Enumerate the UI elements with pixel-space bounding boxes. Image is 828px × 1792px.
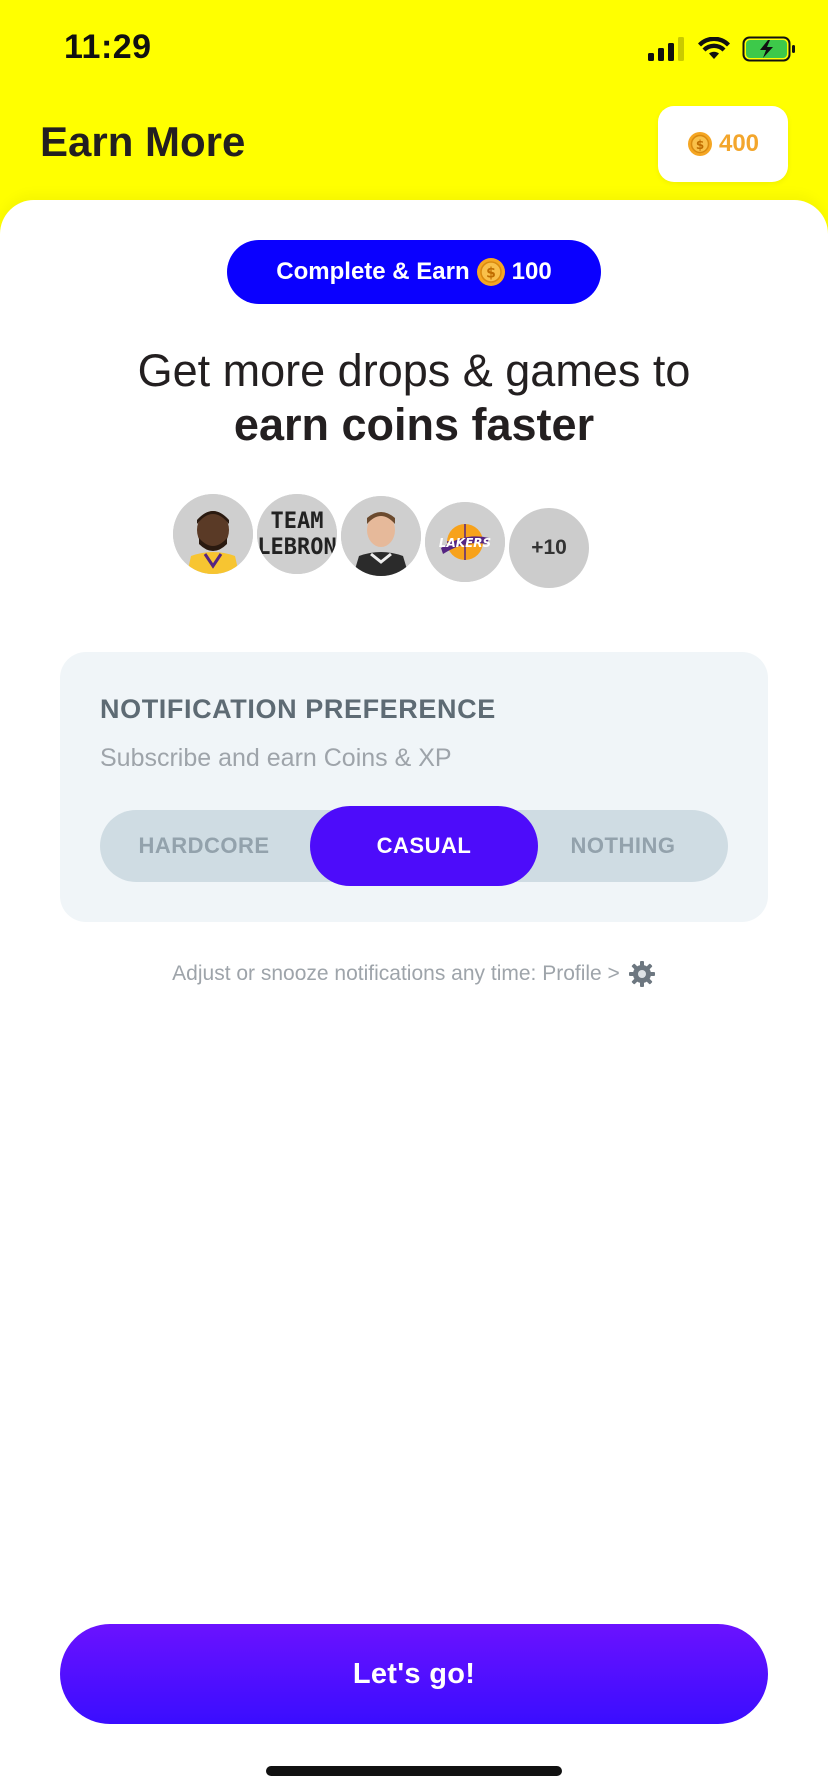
- status-bar: 11:29: [0, 0, 828, 100]
- player-avatar: [341, 496, 421, 576]
- pref-subtitle: Subscribe and earn Coins & XP: [100, 744, 452, 772]
- headline-line-2: earn coins faster: [233, 399, 595, 450]
- battery-charging-icon: [742, 36, 795, 62]
- coin-balance-button[interactable]: $ 400: [658, 106, 788, 182]
- coin-balance: 400: [718, 130, 760, 157]
- notification-segmented-control: HARDCORE NOTHING CASUAL: [100, 806, 728, 886]
- coin-icon: $: [476, 258, 505, 286]
- earn-chip-label: Complete & Earn: [276, 258, 470, 285]
- option-hardcore[interactable]: HARDCORE: [100, 810, 308, 882]
- earn-chip-amount: 100: [511, 258, 552, 285]
- lakers-logo: LAKERS: [425, 502, 505, 582]
- player-avatar: [173, 494, 253, 574]
- headline-line-1: Get more drops & games to: [137, 345, 691, 396]
- coin-icon: $: [687, 132, 712, 156]
- pref-title: NOTIFICATION PREFERENCE: [100, 694, 496, 724]
- status-time: 11:29: [64, 28, 152, 66]
- more-avatars-count: +10: [509, 508, 589, 588]
- settings-hint: Adjust or snooze notifications any time:…: [0, 960, 828, 988]
- option-casual[interactable]: CASUAL: [310, 806, 538, 886]
- svg-text:$: $: [486, 266, 496, 282]
- hint-text: Adjust or snooze notifications any time:…: [172, 962, 620, 985]
- svg-text:TEAM: TEAM: [271, 509, 324, 534]
- wifi-icon: [698, 37, 730, 59]
- gear-icon: [628, 961, 655, 987]
- lets-go-button[interactable]: Let's go!: [60, 1624, 768, 1724]
- option-nothing[interactable]: NOTHING: [518, 810, 728, 882]
- signal-icon: [648, 37, 684, 61]
- svg-text:LEBRON: LEBRON: [257, 535, 336, 560]
- svg-text:$: $: [696, 138, 704, 152]
- complete-earn-badge: Complete & Earn $ 100: [227, 240, 601, 304]
- status-icons: [648, 34, 796, 64]
- notification-preference-card: NOTIFICATION PREFERENCE Subscribe and ea…: [60, 652, 768, 922]
- content-sheet: Complete & Earn $ 100 Get more drops & g…: [0, 200, 828, 1792]
- home-indicator: [266, 1766, 562, 1776]
- svg-text:LAKERS: LAKERS: [439, 536, 491, 550]
- headline: Get more drops & games to earn coins fas…: [0, 344, 828, 452]
- avatar-group: TEAM LEBRON LAKERS +10: [173, 494, 673, 588]
- team-lebron-logo: TEAM LEBRON: [257, 494, 337, 574]
- page-title: Earn More: [40, 118, 246, 165]
